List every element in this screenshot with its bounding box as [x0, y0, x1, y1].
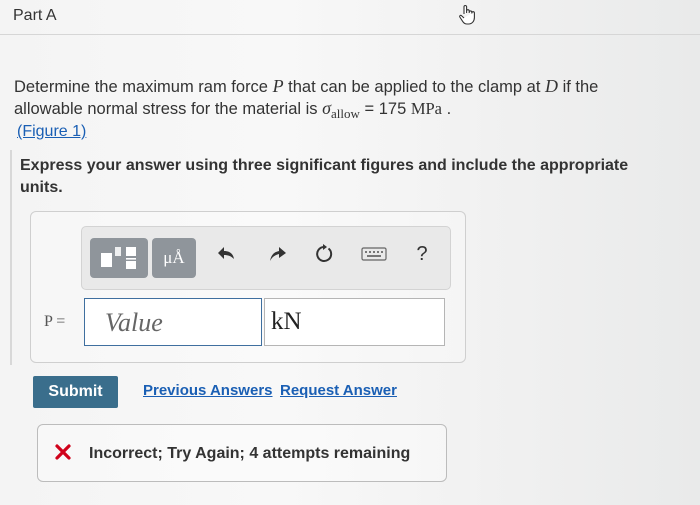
templates-button[interactable]	[90, 238, 148, 278]
instructions: Express your answer using three signific…	[20, 157, 629, 196]
part-header[interactable]: Part A	[0, 0, 700, 35]
units-value: kN	[271, 308, 302, 335]
previous-answers-link[interactable]: Previous Answers	[143, 382, 273, 399]
units-button[interactable]: μÅ	[152, 238, 196, 278]
undo-icon	[218, 247, 234, 259]
units-field[interactable]: kN	[264, 298, 445, 346]
keyboard-button[interactable]	[360, 242, 388, 266]
request-answer-link[interactable]: Request Answer	[280, 382, 397, 399]
help-button[interactable]: ?	[410, 242, 434, 266]
undo-button[interactable]	[215, 242, 239, 266]
figure-link[interactable]: (Figure 1)	[17, 123, 86, 141]
reset-button[interactable]	[312, 242, 336, 266]
units-icon: μÅ	[163, 248, 185, 267]
reset-icon	[316, 244, 333, 262]
redo-icon	[270, 247, 286, 261]
part-title: Part A	[13, 7, 57, 24]
incorrect-x-icon	[55, 444, 71, 460]
pointer-hand-icon	[459, 5, 475, 25]
templates-icon	[101, 247, 136, 269]
help-icon: ?	[416, 242, 428, 265]
redo-button[interactable]	[265, 242, 289, 266]
answer-variable-label: P =	[44, 313, 66, 330]
problem-statement: Determine the maximum ram force P that c…	[14, 76, 599, 121]
feedback-text: Incorrect; Try Again; 4 attempts remaini…	[89, 445, 411, 462]
value-field[interactable]	[84, 298, 267, 346]
value-input[interactable]	[103, 302, 267, 344]
submit-button[interactable]: Submit	[33, 376, 118, 408]
keyboard-icon	[361, 247, 387, 261]
